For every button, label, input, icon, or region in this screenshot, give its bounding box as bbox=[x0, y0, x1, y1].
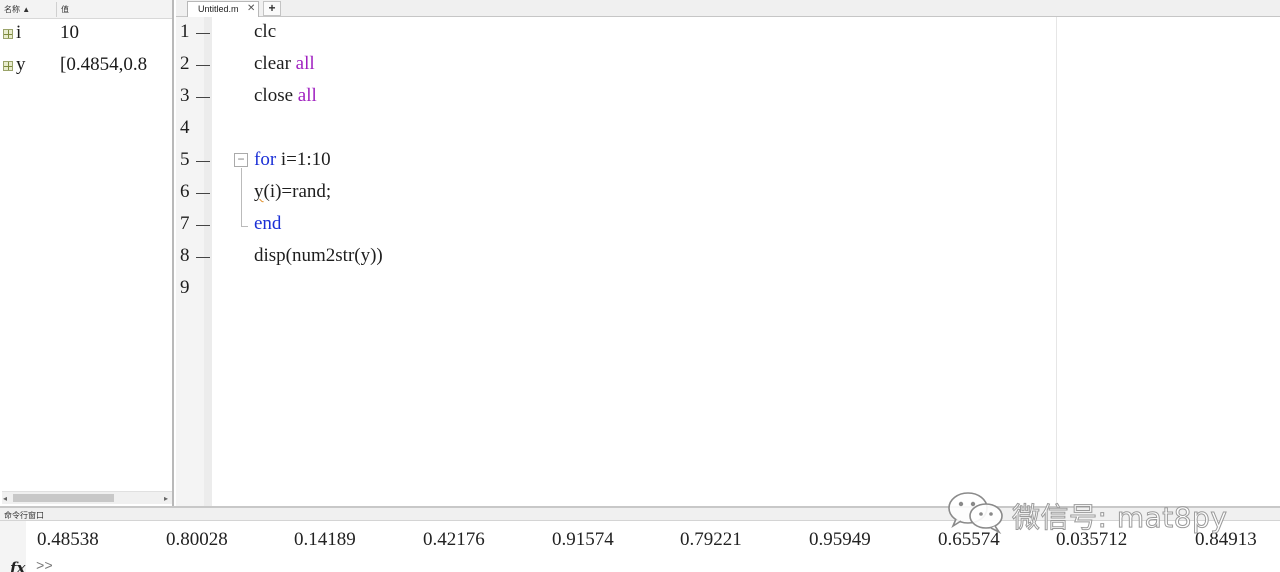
column-header-name[interactable]: 名称 ▲ bbox=[4, 4, 30, 15]
code-command: clear bbox=[254, 53, 291, 74]
line-number: 9 bbox=[180, 277, 190, 298]
line-number: 3 bbox=[180, 85, 190, 106]
code-line[interactable]: 9 bbox=[176, 273, 1280, 305]
variable-name: y bbox=[16, 54, 26, 75]
variable-name: i bbox=[16, 22, 22, 43]
line-number: 2 bbox=[180, 53, 190, 74]
code-line[interactable]: 2 clear all bbox=[176, 49, 1280, 81]
scroll-thumb[interactable] bbox=[13, 494, 114, 502]
warning-underlined-variable[interactable]: y bbox=[254, 181, 264, 202]
matrix-variable-icon bbox=[3, 29, 13, 39]
output-value: 0.80028 bbox=[166, 529, 228, 550]
output-value: 0.48538 bbox=[37, 529, 99, 550]
workspace-header: 名称 ▲ 值 bbox=[0, 0, 172, 19]
code-keyword: for bbox=[254, 149, 277, 170]
code-line[interactable]: 1 clc bbox=[176, 17, 1280, 49]
code-line[interactable]: 3 close all bbox=[176, 81, 1280, 113]
code-line[interactable]: 4 bbox=[176, 113, 1280, 145]
output-value: 0.95949 bbox=[809, 529, 871, 550]
tab-untitled-m[interactable]: Untitled.m ✕ bbox=[187, 1, 259, 17]
output-value: 0.42176 bbox=[423, 529, 485, 550]
watermark: 微信号: mat8py bbox=[946, 488, 1246, 535]
close-icon[interactable]: ✕ bbox=[247, 3, 255, 14]
code-text[interactable]: clc bbox=[254, 21, 276, 43]
code-text[interactable]: close all bbox=[254, 85, 317, 107]
scroll-right-icon[interactable]: ▸ bbox=[164, 494, 168, 503]
code-line[interactable]: 7 end bbox=[176, 209, 1280, 241]
breakpoint-marker[interactable] bbox=[196, 65, 210, 66]
column-divider[interactable] bbox=[56, 2, 57, 17]
variable-value: 10 bbox=[60, 22, 79, 43]
breakpoint-marker[interactable] bbox=[196, 225, 210, 226]
editor-panel: Untitled.m ✕ + 1 clc 2 clear all 3 close… bbox=[176, 0, 1280, 506]
editor-tab-bar: Untitled.m ✕ + bbox=[176, 0, 1280, 17]
code-line[interactable]: 8 disp(num2str(y)) bbox=[176, 241, 1280, 273]
command-window-title: 命令行窗口 bbox=[4, 511, 44, 520]
scroll-left-icon[interactable]: ◂ bbox=[3, 494, 7, 503]
wechat-logo-icon bbox=[948, 492, 1003, 534]
line-number: 4 bbox=[180, 117, 190, 138]
column-header-value[interactable]: 值 bbox=[61, 4, 69, 15]
line-number: 6 bbox=[180, 181, 190, 202]
code-string: all bbox=[295, 53, 315, 74]
workspace-variable-row[interactable]: i 10 bbox=[0, 19, 172, 49]
workspace-variable-row[interactable]: y [0.4854,0.8 bbox=[0, 51, 172, 81]
tab-label: Untitled.m bbox=[198, 4, 239, 14]
watermark-text: 微信号: mat8py bbox=[1011, 501, 1228, 535]
code-text[interactable]: for i=1:10 bbox=[254, 149, 331, 171]
workspace-panel: 名称 ▲ 值 i 10 y [0.4854,0.8 ◂ ▸ bbox=[0, 0, 174, 506]
line-number: 7 bbox=[180, 213, 190, 234]
code-text[interactable]: y(i)=rand; bbox=[254, 181, 331, 203]
breakpoint-marker[interactable] bbox=[196, 257, 210, 258]
code-keyword: end bbox=[254, 213, 282, 234]
code-text[interactable]: disp(num2str(y)) bbox=[254, 245, 383, 267]
code-text[interactable]: end bbox=[254, 213, 281, 235]
horizontal-scrollbar[interactable]: ◂ ▸ bbox=[2, 491, 172, 504]
breakpoint-marker[interactable] bbox=[196, 193, 210, 194]
add-tab-button[interactable]: + bbox=[263, 1, 281, 16]
code-command: close bbox=[254, 85, 294, 106]
code-line[interactable]: 6 y(i)=rand; bbox=[176, 177, 1280, 209]
line-number: 5 bbox=[180, 149, 190, 170]
code-line[interactable]: 5 for i=1:10 bbox=[176, 145, 1280, 177]
line-number: 1 bbox=[180, 21, 190, 42]
output-value: 0.79221 bbox=[680, 529, 742, 550]
breakpoint-marker[interactable] bbox=[196, 97, 210, 98]
line-number: 8 bbox=[180, 245, 190, 266]
output-value: 0.91574 bbox=[552, 529, 614, 550]
output-value: 0.14189 bbox=[294, 529, 356, 550]
variable-value: [0.4854,0.8 bbox=[60, 54, 148, 75]
matrix-variable-icon bbox=[3, 61, 13, 71]
command-prompt[interactable]: >> bbox=[36, 559, 53, 572]
code-string: all bbox=[297, 85, 317, 106]
function-browser-icon[interactable]: fx bbox=[10, 559, 25, 572]
fold-guide-end bbox=[241, 226, 248, 227]
breakpoint-marker[interactable] bbox=[196, 33, 210, 34]
fold-toggle-icon[interactable]: − bbox=[234, 153, 248, 167]
fold-guide bbox=[241, 168, 242, 226]
breakpoint-marker[interactable] bbox=[196, 161, 210, 162]
code-text[interactable]: clear all bbox=[254, 53, 315, 75]
